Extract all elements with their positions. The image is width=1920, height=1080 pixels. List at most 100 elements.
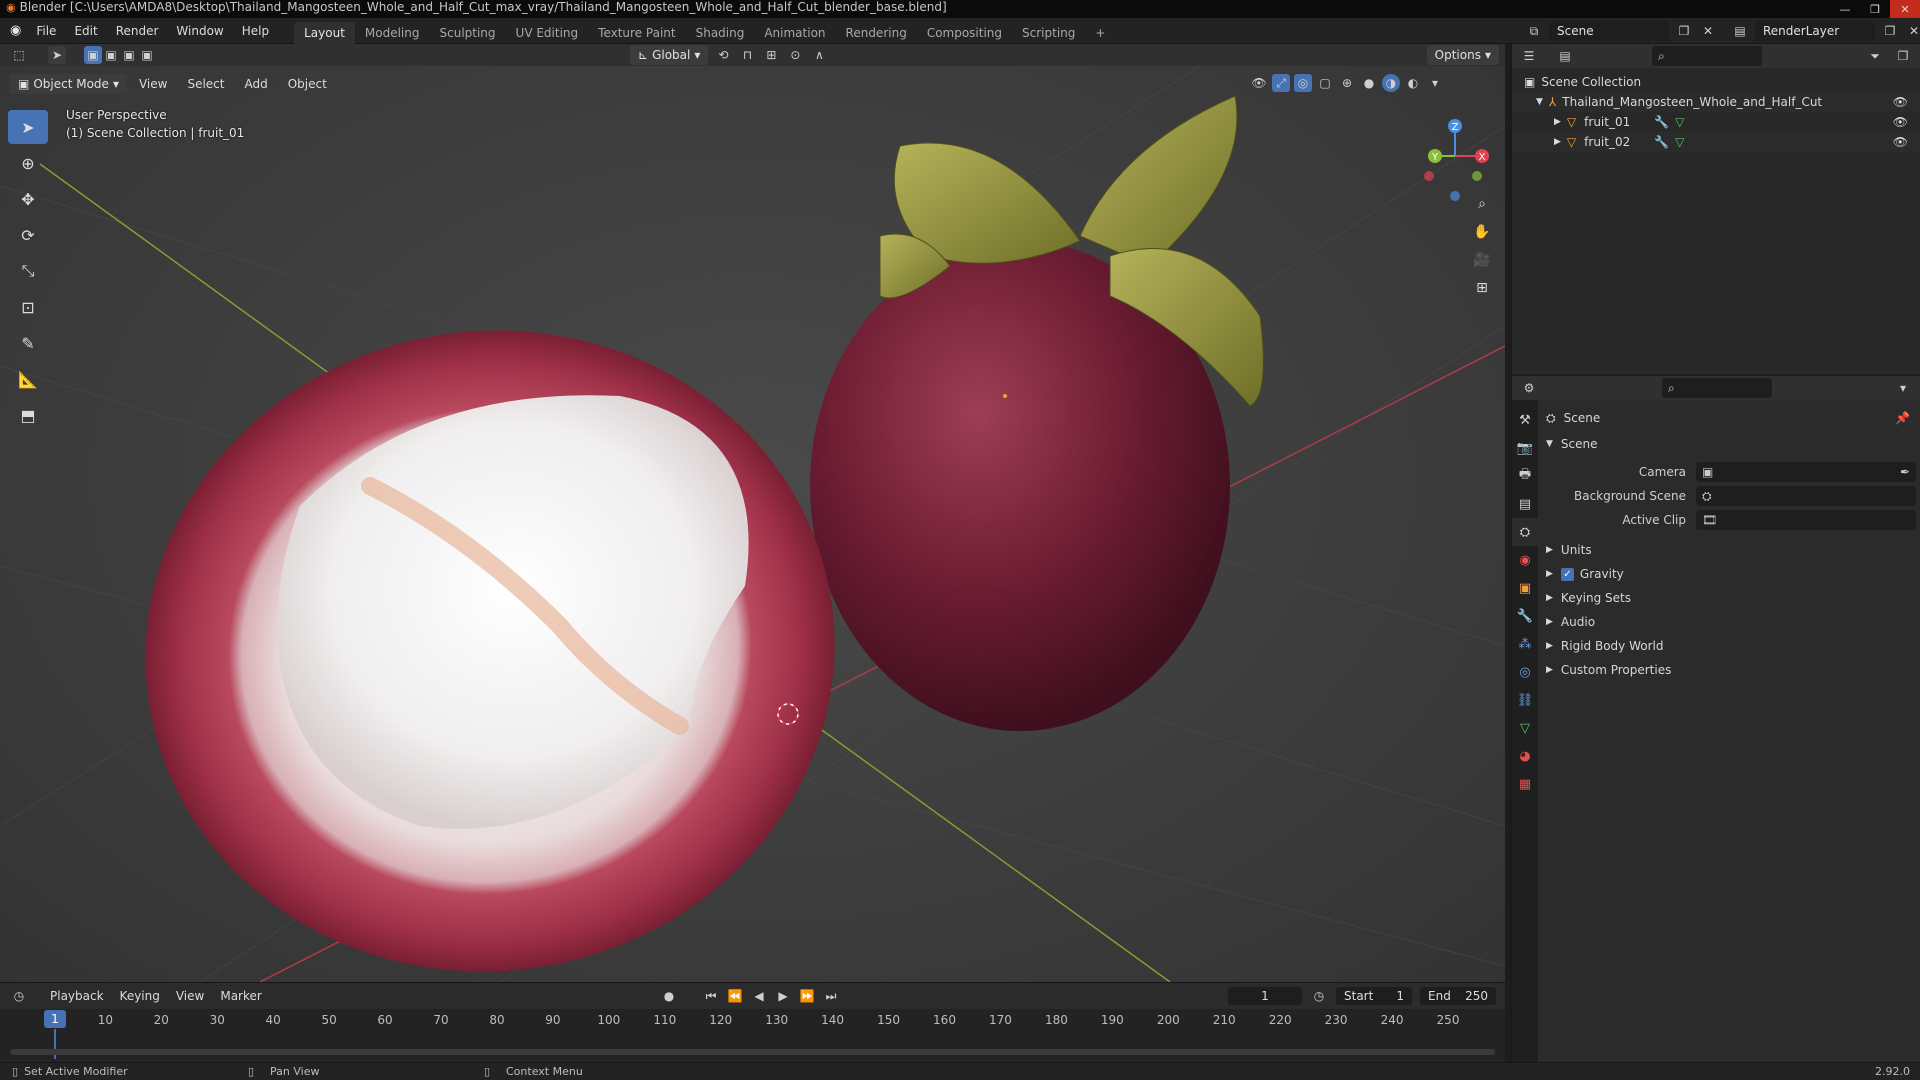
menu-marker[interactable]: Marker [212, 989, 269, 1003]
new-scene-icon[interactable]: ❐ [1675, 22, 1693, 40]
3d-viewport[interactable]: Z X Y ▣ Object Mode ▾ View Select Add Ob… [0, 66, 1505, 982]
particles-tab-icon[interactable]: ⁂ [1512, 630, 1538, 658]
outliner-collection-row[interactable]: ▼ ⅄ Thailand_Mangosteen_Whole_and_Half_C… [1512, 92, 1920, 112]
data-tab-icon[interactable]: ▽ [1512, 714, 1538, 742]
view-layer-selector[interactable]: RenderLayer [1755, 21, 1875, 41]
menu-help[interactable]: Help [233, 18, 278, 44]
tab-shading[interactable]: Shading [686, 22, 755, 44]
scene-tab-icon[interactable]: ⛭ [1512, 518, 1538, 546]
display-mode-icon[interactable]: ▤ [1556, 47, 1574, 65]
timeline-editor-icon[interactable]: ◷ [10, 987, 28, 1005]
transform-orientation-dropdown[interactable]: ⊾ Global ▾ [630, 45, 709, 65]
tab-animation[interactable]: Animation [754, 22, 835, 44]
clock-icon[interactable]: ◷ [1310, 987, 1328, 1005]
cursor-icon[interactable]: ⊕ [8, 146, 48, 180]
outliner-editor-icon[interactable]: ☰ [1520, 47, 1538, 65]
start-frame-field[interactable]: Start 1 [1336, 987, 1412, 1005]
properties-editor-icon[interactable]: ⚙ [1520, 379, 1538, 397]
keying-sets-panel[interactable]: ▶ Keying Sets [1546, 586, 1916, 610]
scene-icon[interactable]: ⧉ [1525, 22, 1543, 40]
jump-keyframe-back-icon[interactable]: ⏪ [726, 987, 744, 1005]
rigid-body-world-panel[interactable]: ▶ Rigid Body World [1546, 634, 1916, 658]
audio-panel[interactable]: ▶ Audio [1546, 610, 1916, 634]
object-tab-icon[interactable]: ▣ [1512, 574, 1538, 602]
chevron-down-icon[interactable]: ▾ [1426, 74, 1444, 92]
solid-shading-icon[interactable]: ● [1360, 74, 1378, 92]
eye-icon[interactable]: 👁 [1893, 135, 1908, 149]
wireframe-shading-icon[interactable]: ⊕ [1338, 74, 1356, 92]
render-tab-icon[interactable]: 📷 [1512, 434, 1538, 462]
end-frame-field[interactable]: End 250 [1420, 987, 1496, 1005]
scene-selector[interactable]: Scene [1549, 21, 1669, 41]
play-icon[interactable]: ▶ [774, 987, 792, 1005]
editor-type-icon[interactable]: ⬚ [10, 46, 28, 64]
texture-tab-icon[interactable]: ▦ [1512, 770, 1538, 798]
pan-hand-icon[interactable]: ✋ [1468, 218, 1496, 246]
modifier-wrench-icon[interactable]: 🔧 [1654, 115, 1669, 129]
tab-scripting[interactable]: Scripting [1012, 22, 1085, 44]
auto-keying-icon[interactable]: ● [660, 987, 678, 1005]
measure-icon[interactable]: 📐 [8, 362, 48, 396]
perspective-toggle-icon[interactable]: ⊞ [1468, 274, 1496, 302]
annotate-icon[interactable]: ✎ [8, 326, 48, 360]
jump-start-icon[interactable]: ⏮ [702, 987, 720, 1005]
minimize-button[interactable]: — [1830, 0, 1860, 18]
rotate-icon[interactable]: ⟳ [8, 218, 48, 252]
menu-select[interactable]: Select [179, 77, 232, 91]
tab-layout[interactable]: Layout [294, 21, 355, 44]
maximize-button[interactable]: ❐ [1860, 0, 1890, 18]
gravity-panel[interactable]: ▶ ✓ Gravity [1546, 562, 1916, 586]
add-workspace-icon[interactable]: + [1085, 22, 1115, 44]
modifier-tab-icon[interactable]: 🔧 [1512, 602, 1538, 630]
menu-keying[interactable]: Keying [112, 989, 168, 1003]
material-tab-icon[interactable]: ◕ [1512, 742, 1538, 770]
outliner-search-input[interactable]: ⌕ [1652, 46, 1762, 66]
background-scene-field[interactable]: ⛭ [1696, 486, 1916, 506]
tab-rendering[interactable]: Rendering [836, 22, 917, 44]
menu-add[interactable]: Add [236, 77, 275, 91]
delete-scene-icon[interactable]: ✕ [1699, 22, 1717, 40]
scene-panel-header[interactable]: ▼ Scene [1546, 432, 1916, 456]
pivot-point-icon[interactable]: ⟲ [714, 46, 732, 64]
expand-arrow-icon[interactable]: ▼ [1536, 97, 1543, 107]
select-tool-icon[interactable]: ➤ [48, 46, 66, 64]
eye-icon[interactable]: 👁 [1893, 115, 1908, 129]
object-mode-dropdown[interactable]: ▣ Object Mode ▾ [10, 74, 127, 94]
close-button[interactable]: ✕ [1890, 0, 1920, 18]
menu-window[interactable]: Window [167, 18, 232, 44]
xray-icon[interactable]: ▢ [1316, 74, 1334, 92]
menu-view[interactable]: View [131, 77, 175, 91]
tab-texture-paint[interactable]: Texture Paint [588, 22, 685, 44]
outliner-object-row[interactable]: ▶ ▽ fruit_02 🔧 ▽ 👁 [1512, 132, 1920, 152]
menu-render[interactable]: Render [107, 18, 168, 44]
proportional-edit-icon[interactable]: ⊙ [786, 46, 804, 64]
snap-icon[interactable]: ⊓ [738, 46, 756, 64]
modifier-wrench-icon[interactable]: 🔧 [1654, 135, 1669, 149]
view-layer-tab-icon[interactable]: ▤ [1512, 490, 1538, 518]
menu-object[interactable]: Object [280, 77, 335, 91]
active-clip-field[interactable]: 🎞 [1696, 510, 1916, 530]
menu-file[interactable]: File [27, 18, 65, 44]
transform-icon[interactable]: ⊡ [8, 290, 48, 324]
outliner-object-row[interactable]: ▶ ▽ fruit_01 🔧 ▽ 👁 [1512, 112, 1920, 132]
tool-tab-icon[interactable]: ⚒ [1512, 406, 1538, 434]
select-box-icon[interactable]: ➤ [8, 110, 48, 144]
mesh-data-icon[interactable]: ▽ [1675, 135, 1684, 149]
constraints-tab-icon[interactable]: ⛓ [1512, 686, 1538, 714]
visibility-icon[interactable]: 👁 [1250, 74, 1268, 92]
navigation-gizmo[interactable]: Z X Y [1424, 119, 1489, 201]
view-layer-icon[interactable]: ▤ [1731, 22, 1749, 40]
tab-modeling[interactable]: Modeling [355, 22, 430, 44]
new-view-layer-icon[interactable]: ❐ [1881, 22, 1899, 40]
select-extend-icon[interactable]: ▣ [102, 46, 120, 64]
overlays-icon[interactable]: ◎ [1294, 74, 1312, 92]
select-intersect-icon[interactable]: ▣ [138, 46, 156, 64]
eye-icon[interactable]: 👁 [1893, 95, 1908, 109]
menu-edit[interactable]: Edit [65, 18, 106, 44]
chevron-down-icon[interactable]: ▾ [1894, 379, 1912, 397]
material-shading-icon[interactable]: ◑ [1382, 74, 1400, 92]
units-panel[interactable]: ▶ Units [1546, 538, 1916, 562]
world-tab-icon[interactable]: ◉ [1512, 546, 1538, 574]
timeline-ruler[interactable]: 10 20 30 40 50 60 70 80 90 100 110 120 130 140 150 160 1… [0, 1009, 1505, 1059]
tab-compositing[interactable]: Compositing [917, 22, 1012, 44]
